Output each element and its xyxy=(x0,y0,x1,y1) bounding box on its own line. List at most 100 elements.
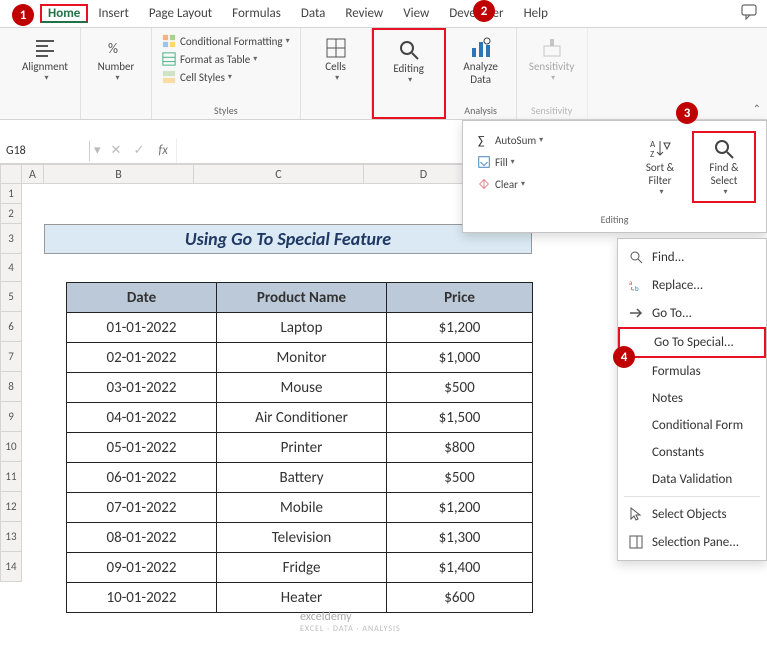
cells-button[interactable]: Cells xyxy=(307,32,365,87)
tab-page-layout[interactable]: Page Layout xyxy=(139,2,222,25)
row-8[interactable]: 8 xyxy=(0,372,22,402)
tab-insert[interactable]: Insert xyxy=(88,2,139,25)
editing-button[interactable]: Editing xyxy=(380,34,438,89)
cell-product[interactable]: Monitor xyxy=(217,343,387,373)
number-button[interactable]: % Number xyxy=(87,32,145,87)
header-price: Price xyxy=(387,283,533,313)
cell-product[interactable]: Mobile xyxy=(217,493,387,523)
comments-icon[interactable] xyxy=(741,4,759,24)
cell-price[interactable]: $1,200 xyxy=(387,493,533,523)
cell-date[interactable]: 03-01-2022 xyxy=(67,373,217,403)
row-13[interactable]: 13 xyxy=(0,522,22,552)
menu-formulas[interactable]: Formulas xyxy=(618,358,766,385)
cell-product[interactable]: Fridge xyxy=(217,553,387,583)
table-row[interactable]: 03-01-2022Mouse$500 xyxy=(67,373,533,403)
alignment-button[interactable]: Alignment xyxy=(16,32,74,87)
cell-date[interactable]: 02-01-2022 xyxy=(67,343,217,373)
cell-product[interactable]: Air Conditioner xyxy=(217,403,387,433)
tab-view[interactable]: View xyxy=(393,2,439,25)
col-C[interactable]: C xyxy=(194,164,364,184)
tab-data[interactable]: Data xyxy=(291,2,336,25)
clear-button[interactable]: Clear xyxy=(473,175,628,193)
cell-date[interactable]: 04-01-2022 xyxy=(67,403,217,433)
row-10[interactable]: 10 xyxy=(0,432,22,462)
cell-date[interactable]: 10-01-2022 xyxy=(67,583,217,613)
tab-help[interactable]: Help xyxy=(514,2,558,25)
menu-constants[interactable]: Constants xyxy=(618,439,766,466)
cell-price[interactable]: $500 xyxy=(387,373,533,403)
row-12[interactable]: 12 xyxy=(0,492,22,522)
table-row[interactable]: 09-01-2022Fridge$1,400 xyxy=(67,553,533,583)
fx-icon[interactable]: fx xyxy=(150,143,176,158)
row-1[interactable]: 1 xyxy=(0,184,22,204)
table-row[interactable]: 02-01-2022Monitor$1,000 xyxy=(67,343,533,373)
cell-date[interactable]: 05-01-2022 xyxy=(67,433,217,463)
table-row[interactable]: 05-01-2022Printer$800 xyxy=(67,433,533,463)
menu-find[interactable]: Find... xyxy=(618,243,766,271)
table-row[interactable]: 04-01-2022Air Conditioner$1,500 xyxy=(67,403,533,433)
menu-notes[interactable]: Notes xyxy=(618,385,766,412)
menu-goto-special[interactable]: Go To Special... xyxy=(618,327,766,358)
menu-selection-pane[interactable]: Selection Pane... xyxy=(618,528,766,556)
find-select-button[interactable]: Find & Select xyxy=(692,131,756,203)
cell-price[interactable]: $800 xyxy=(387,433,533,463)
cell-price[interactable]: $1,400 xyxy=(387,553,533,583)
cell-product[interactable]: Heater xyxy=(217,583,387,613)
ribbon-collapse-chevron-icon[interactable]: ⌃ xyxy=(753,102,761,115)
menu-conditional-formatting[interactable]: Conditional Form xyxy=(618,412,766,439)
row-2[interactable]: 2 xyxy=(0,204,22,224)
select-all-corner[interactable] xyxy=(0,164,22,184)
cell-date[interactable]: 08-01-2022 xyxy=(67,523,217,553)
tab-formulas[interactable]: Formulas xyxy=(222,2,291,25)
sort-filter-button[interactable]: AZ Sort & Filter xyxy=(628,131,692,203)
conditional-formatting-button[interactable]: Conditional Formatting xyxy=(158,32,294,50)
row-5[interactable]: 5 xyxy=(0,282,22,312)
row-11[interactable]: 11 xyxy=(0,462,22,492)
cell-price[interactable]: $1,000 xyxy=(387,343,533,373)
menu-data-validation[interactable]: Data Validation xyxy=(618,466,766,493)
cell-price[interactable]: $1,300 xyxy=(387,523,533,553)
tab-review[interactable]: Review xyxy=(335,2,393,25)
cell-date[interactable]: 01-01-2022 xyxy=(67,313,217,343)
cell-date[interactable]: 06-01-2022 xyxy=(67,463,217,493)
menu-select-objects[interactable]: Select Objects xyxy=(618,500,766,528)
col-B[interactable]: B xyxy=(44,164,194,184)
menu-replace[interactable]: ab Replace... xyxy=(618,271,766,299)
table-row[interactable]: 10-01-2022Heater$600 xyxy=(67,583,533,613)
table-row[interactable]: 07-01-2022Mobile$1,200 xyxy=(67,493,533,523)
row-3[interactable]: 3 xyxy=(0,224,22,254)
cell-price[interactable]: $600 xyxy=(387,583,533,613)
enter-icon[interactable]: ✓ xyxy=(127,143,150,158)
row-4[interactable]: 4 xyxy=(0,254,22,282)
cell-product[interactable]: Printer xyxy=(217,433,387,463)
autosum-button[interactable]: ∑ AutoSum xyxy=(473,131,628,149)
table-row[interactable]: 06-01-2022Battery$500 xyxy=(67,463,533,493)
sensitivity-button[interactable]: Sensitivity xyxy=(523,32,581,87)
row-7[interactable]: 7 xyxy=(0,342,22,372)
cell-price[interactable]: $1,200 xyxy=(387,313,533,343)
cell-product[interactable]: Laptop xyxy=(217,313,387,343)
cell-product[interactable]: Television xyxy=(217,523,387,553)
cell-styles-button[interactable]: Cell Styles xyxy=(158,68,294,86)
fill-button[interactable]: Fill xyxy=(473,153,628,171)
cell-product[interactable]: Mouse xyxy=(217,373,387,403)
table-row[interactable]: 08-01-2022Television$1,300 xyxy=(67,523,533,553)
cell-date[interactable]: 07-01-2022 xyxy=(67,493,217,523)
cancel-icon[interactable]: ✕ xyxy=(105,143,128,158)
analyze-sub-label: Data xyxy=(470,73,491,86)
format-as-table-button[interactable]: Format as Table xyxy=(158,50,294,68)
name-box[interactable]: G18 xyxy=(0,141,90,161)
cell-date[interactable]: 09-01-2022 xyxy=(67,553,217,583)
row-6[interactable]: 6 xyxy=(0,312,22,342)
row-14[interactable]: 14 xyxy=(0,552,22,582)
cell-price[interactable]: $500 xyxy=(387,463,533,493)
namebox-chevron-icon[interactable]: ▾ xyxy=(90,143,105,158)
analyze-data-button[interactable]: Analyze Data xyxy=(452,32,510,90)
row-9[interactable]: 9 xyxy=(0,402,22,432)
table-row[interactable]: 01-01-2022Laptop$1,200 xyxy=(67,313,533,343)
cell-price[interactable]: $1,500 xyxy=(387,403,533,433)
tab-home[interactable]: Home xyxy=(40,4,88,23)
cell-product[interactable]: Battery xyxy=(217,463,387,493)
col-A[interactable]: A xyxy=(22,164,44,184)
menu-goto[interactable]: Go To... xyxy=(618,299,766,327)
